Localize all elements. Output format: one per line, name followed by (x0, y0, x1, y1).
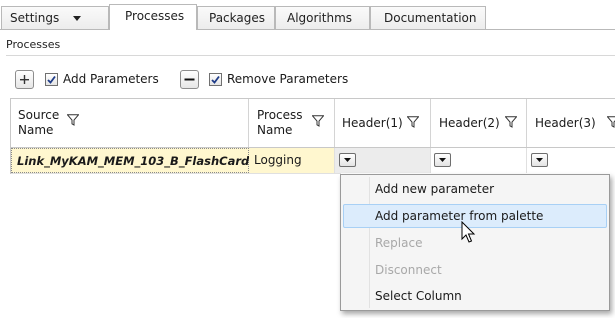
section-divider (6, 55, 615, 56)
filter-icon[interactable] (505, 116, 517, 128)
chevron-down-icon (73, 16, 81, 21)
header1-dropdown-button[interactable] (339, 153, 356, 167)
add-parameters-checkbox[interactable] (45, 73, 58, 86)
column-header-source-name[interactable]: Source Name (11, 99, 249, 147)
remove-parameters-label[interactable]: Remove Parameters (227, 72, 348, 86)
menu-item-disconnect[interactable]: Disconnect (375, 263, 442, 277)
add-parameters-label[interactable]: Add Parameters (63, 72, 159, 86)
plus-icon (20, 75, 29, 84)
minus-icon (184, 78, 195, 81)
header3-dropdown-button[interactable] (531, 153, 548, 167)
menu-item-replace[interactable]: Replace (375, 236, 422, 250)
mouse-cursor-icon (461, 221, 476, 243)
tab-algorithms[interactable]: Algorithms (275, 6, 370, 30)
column-header-header2[interactable]: Header(2) (431, 99, 527, 147)
remove-parameters-checkbox[interactable] (209, 73, 222, 86)
section-title: Processes (6, 38, 61, 51)
filter-icon[interactable] (607, 116, 615, 128)
dropdown-arrow-icon (439, 158, 446, 162)
checkmark-icon (211, 75, 220, 84)
tab-processes[interactable]: Processes (109, 4, 197, 30)
remove-parameters-button[interactable] (180, 70, 199, 89)
menu-item-add-parameter-from-palette[interactable]: Add parameter from palette (375, 209, 543, 223)
filter-icon[interactable] (67, 114, 79, 126)
menu-icon-gutter (369, 177, 370, 308)
column-header-header3[interactable]: Header(3) (527, 99, 615, 147)
cell-source-name[interactable]: Link_MyKAM_MEM_103_B_FlashCard (11, 148, 249, 173)
header2-dropdown-button[interactable] (434, 153, 451, 167)
menu-item-select-column[interactable]: Select Column (375, 289, 462, 303)
checkmark-icon (47, 75, 56, 84)
tab-packages[interactable]: Packages (197, 6, 275, 30)
menu-item-add-new-parameter[interactable]: Add new parameter (375, 182, 494, 196)
cell-process-name[interactable]: Logging (249, 148, 335, 173)
tab-strip-divider (0, 29, 615, 30)
dropdown-arrow-icon (536, 158, 543, 162)
add-parameters-button[interactable] (15, 70, 34, 89)
tab-documentation[interactable]: Documentation (370, 6, 486, 30)
column-header-process-name[interactable]: Process Name (249, 99, 335, 147)
row-bottom-line (11, 173, 341, 174)
tab-settings[interactable]: Settings (1, 6, 109, 30)
column-header-header1[interactable]: Header(1) (335, 99, 431, 147)
filter-icon[interactable] (407, 116, 419, 128)
dropdown-arrow-icon (344, 158, 351, 162)
tab-settings-label: Settings (10, 11, 60, 25)
filter-icon[interactable] (312, 115, 324, 127)
